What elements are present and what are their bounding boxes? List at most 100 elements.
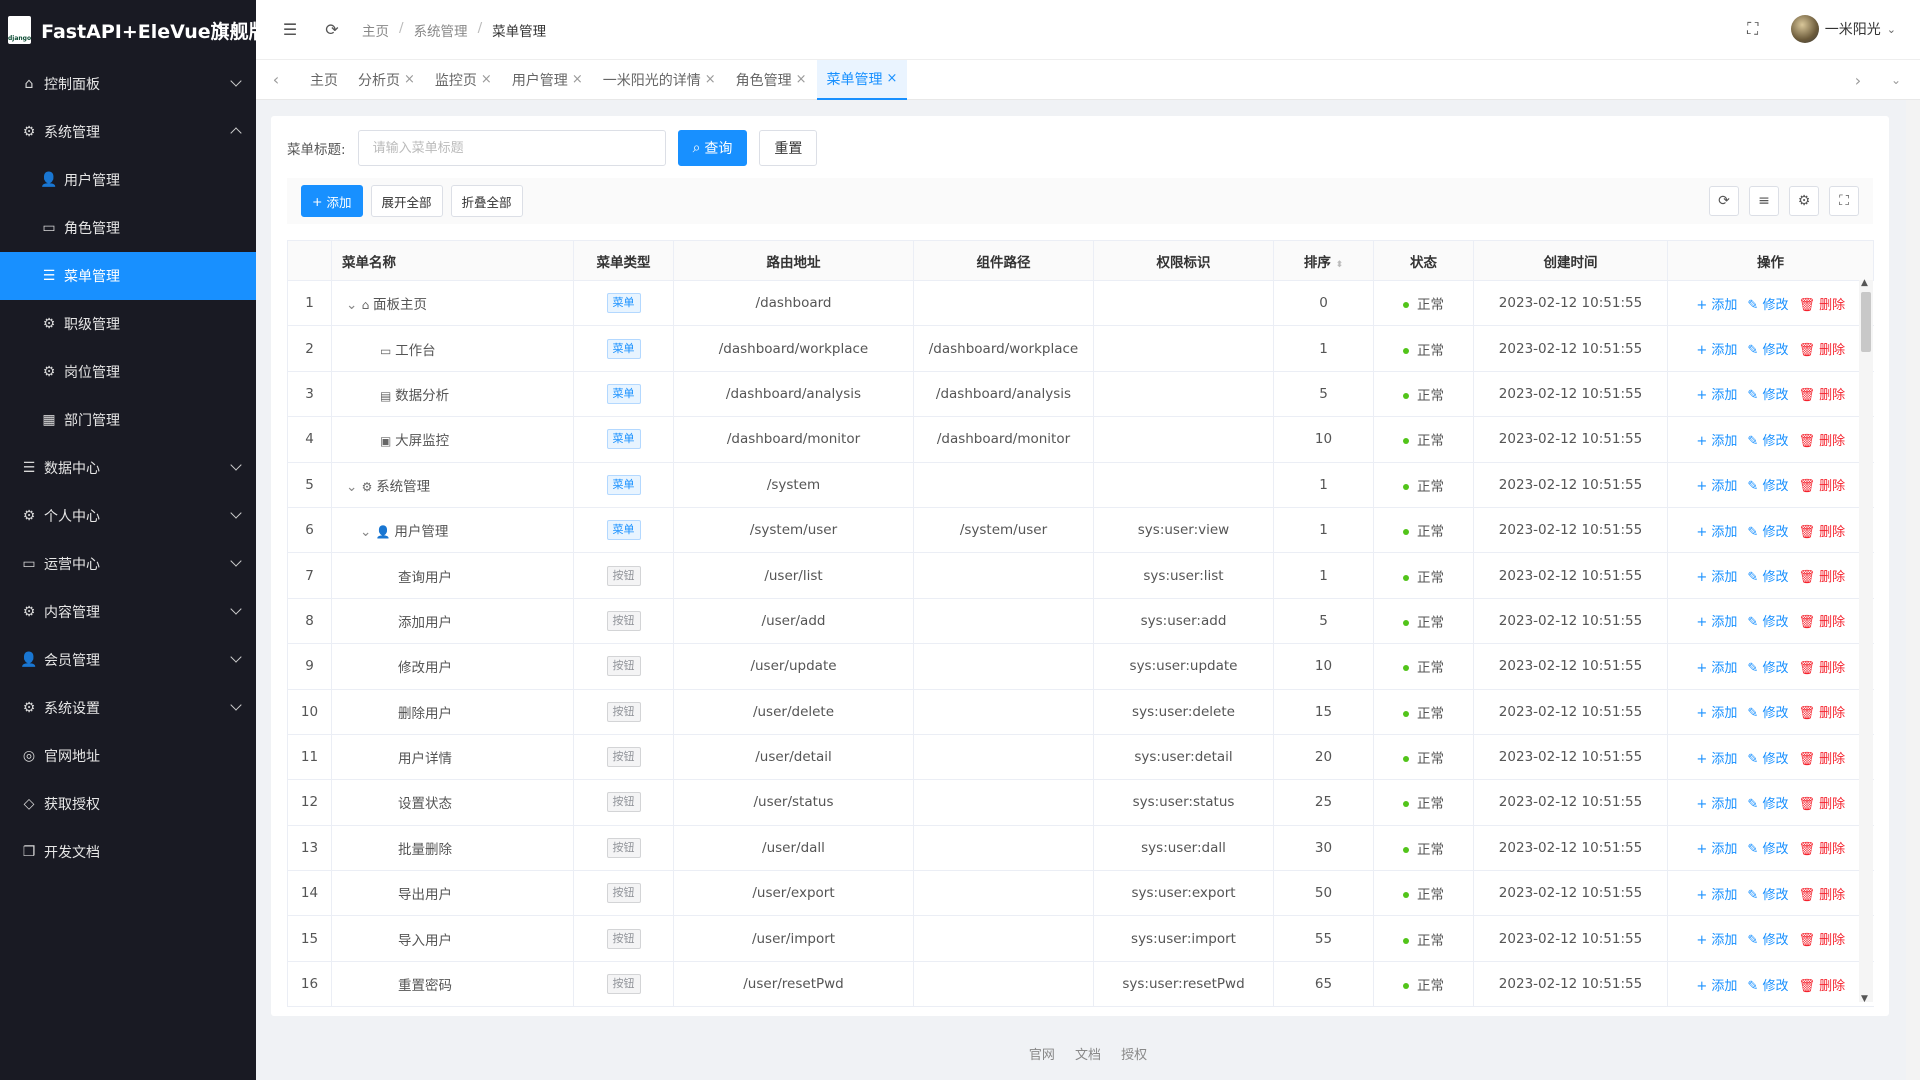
sidebar-item[interactable]: ◎ 官网地址 [0,732,256,780]
delete-action[interactable]: 🗑 删除 [1798,838,1845,857]
sidebar-item[interactable]: ☰ 数据中心 [0,444,256,492]
edit-action[interactable]: ✎ 修改 [1747,748,1788,767]
table-scrollbar[interactable]: ▲ ▼ [1859,278,1873,1004]
fullscreen-icon[interactable]: ⛶ [1743,19,1763,39]
edit-action[interactable]: ✎ 修改 [1747,975,1788,994]
sidebar-item[interactable]: ⚙ 内容管理 [0,588,256,636]
delete-action[interactable]: 🗑 删除 [1798,521,1845,540]
add-action[interactable]: + 添加 [1696,975,1737,994]
edit-action[interactable]: ✎ 修改 [1747,384,1788,403]
add-action[interactable]: + 添加 [1696,748,1737,767]
edit-action[interactable]: ✎ 修改 [1747,430,1788,449]
delete-action[interactable]: 🗑 删除 [1798,793,1845,812]
close-icon[interactable]: × [572,72,583,87]
sidebar-item[interactable]: ⚙ 系统设置 [0,684,256,732]
add-action[interactable]: + 添加 [1696,702,1737,721]
edit-action[interactable]: ✎ 修改 [1747,294,1788,313]
breadcrumb-home[interactable]: 主页 [362,20,389,40]
column-settings-icon[interactable]: ⚙ [1789,186,1819,216]
sidebar-item[interactable]: ⌂ 控制面板 [0,60,256,108]
breadcrumb-system[interactable]: 系统管理 [414,20,468,40]
edit-action[interactable]: ✎ 修改 [1747,566,1788,585]
delete-action[interactable]: 🗑 删除 [1798,975,1845,994]
edit-action[interactable]: ✎ 修改 [1747,929,1788,948]
edit-action[interactable]: ✎ 修改 [1747,611,1788,630]
sidebar-item[interactable]: 👤 会员管理 [0,636,256,684]
tabs-scroll-right-icon[interactable]: › [1848,70,1868,90]
table-density-icon[interactable]: ≡ [1749,186,1779,216]
tab-item[interactable]: 主页 [300,60,348,100]
collapse-all-button[interactable]: 折叠全部 [450,185,523,217]
add-action[interactable]: + 添加 [1696,838,1737,857]
delete-action[interactable]: 🗑 删除 [1798,475,1845,494]
expand-chevron-icon[interactable]: ⌄ [346,479,362,495]
tab-item[interactable]: 分析页 × [348,60,425,100]
add-action[interactable]: + 添加 [1696,657,1737,676]
delete-action[interactable]: 🗑 删除 [1798,929,1845,948]
menu-title-input[interactable] [357,130,666,166]
scroll-up-arrow-icon[interactable]: ▲ [1861,278,1868,288]
page-scrollbar[interactable] [1906,100,1920,1080]
tab-item[interactable]: 一米阳光的详情 × [593,60,726,100]
user-menu[interactable]: ⛶ 一米阳光 ⌄ [1743,15,1896,43]
sidebar-item[interactable]: ☰ 菜单管理 [0,252,256,300]
close-icon[interactable]: × [887,71,898,86]
sidebar-item[interactable]: ▭ 角色管理 [0,204,256,252]
refresh-icon[interactable]: ⟳ [322,20,342,40]
close-icon[interactable]: × [481,72,492,87]
delete-action[interactable]: 🗑 删除 [1798,657,1845,676]
tab-item[interactable]: 用户管理 × [502,60,593,100]
scroll-down-arrow-icon[interactable]: ▼ [1861,994,1868,1004]
add-action[interactable]: + 添加 [1696,884,1737,903]
close-icon[interactable]: × [705,72,716,87]
sidebar-item[interactable]: ❐ 开发文档 [0,828,256,876]
add-action[interactable]: + 添加 [1696,929,1737,948]
tabs-menu-chevron-icon[interactable]: ⌄ [1886,70,1906,90]
expand-all-button[interactable]: 展开全部 [370,185,443,217]
add-action[interactable]: + 添加 [1696,611,1737,630]
collapse-menu-icon[interactable]: ☰ [280,20,300,40]
delete-action[interactable]: 🗑 删除 [1798,339,1845,358]
add-menu-button[interactable]: + 添加 [301,185,363,217]
close-icon[interactable]: × [404,72,415,87]
delete-action[interactable]: 🗑 删除 [1798,384,1845,403]
delete-action[interactable]: 🗑 删除 [1798,430,1845,449]
delete-action[interactable]: 🗑 删除 [1798,748,1845,767]
add-action[interactable]: + 添加 [1696,430,1737,449]
delete-action[interactable]: 🗑 删除 [1798,566,1845,585]
sidebar-item[interactable]: ⚙ 系统管理 [0,108,256,156]
add-action[interactable]: + 添加 [1696,521,1737,540]
edit-action[interactable]: ✎ 修改 [1747,475,1788,494]
sidebar-item[interactable]: ⚙ 岗位管理 [0,348,256,396]
app-logo[interactable]: django FastAPI+EleVue旗舰版 [0,0,268,60]
sidebar-item[interactable]: ◇ 获取授权 [0,780,256,828]
delete-action[interactable]: 🗑 删除 [1798,611,1845,630]
close-icon[interactable]: × [796,72,807,87]
table-refresh-icon[interactable]: ⟳ [1709,186,1739,216]
add-action[interactable]: + 添加 [1696,793,1737,812]
tabs-scroll-left-icon[interactable]: ‹ [266,70,286,90]
footer-link[interactable]: 文档 [1075,1048,1101,1063]
expand-chevron-icon[interactable]: ⌄ [360,524,376,540]
tab-item[interactable]: 角色管理 × [726,60,817,100]
delete-action[interactable]: 🗑 删除 [1798,702,1845,721]
table-fullscreen-icon[interactable]: ⛶ [1829,186,1859,216]
sidebar-item[interactable]: ▭ 运营中心 [0,540,256,588]
tab-item[interactable]: 菜单管理 × [816,59,908,100]
edit-action[interactable]: ✎ 修改 [1747,702,1788,721]
add-action[interactable]: + 添加 [1696,566,1737,585]
edit-action[interactable]: ✎ 修改 [1747,793,1788,812]
sidebar-item[interactable]: ⚙ 职级管理 [0,300,256,348]
add-action[interactable]: + 添加 [1696,475,1737,494]
edit-action[interactable]: ✎ 修改 [1747,884,1788,903]
footer-link[interactable]: 授权 [1121,1048,1147,1063]
add-action[interactable]: + 添加 [1696,339,1737,358]
tab-item[interactable]: 监控页 × [425,60,502,100]
edit-action[interactable]: ✎ 修改 [1747,657,1788,676]
scrollbar-thumb[interactable] [1861,292,1871,352]
sidebar-item[interactable]: ⚙ 个人中心 [0,492,256,540]
sort-caret-icon[interactable]: ⬍ [1336,260,1344,270]
add-action[interactable]: + 添加 [1696,294,1737,313]
edit-action[interactable]: ✎ 修改 [1747,339,1788,358]
expand-chevron-icon[interactable]: ⌄ [346,297,362,313]
